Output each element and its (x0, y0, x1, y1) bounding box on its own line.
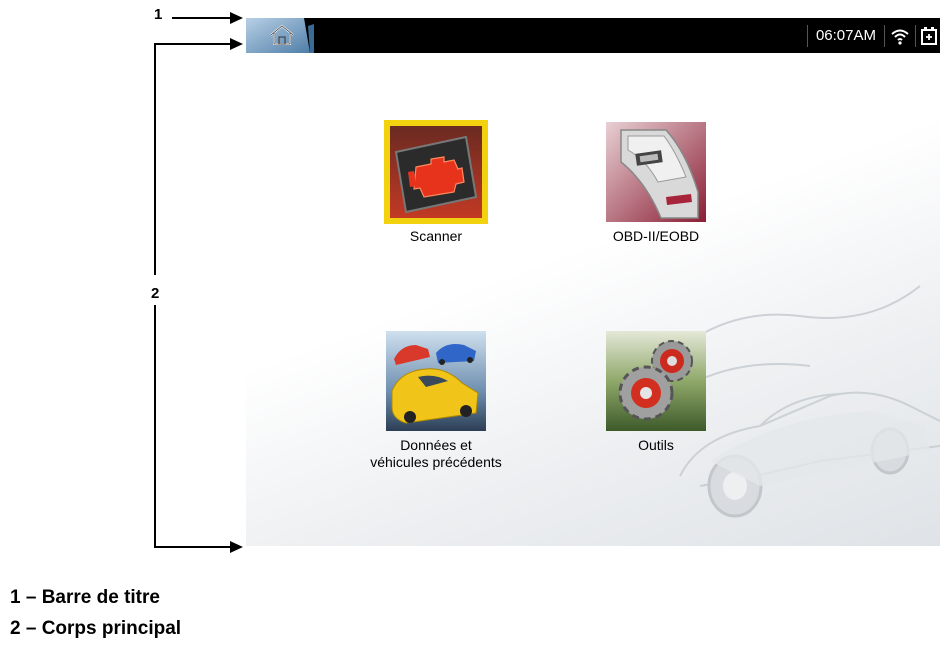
clock-time: 06:07AM (815, 27, 876, 44)
app-label: OBD-II/EOBD (612, 228, 700, 244)
callout-2-bottom-arm (154, 546, 232, 548)
callout-number-2: 2 (151, 285, 160, 302)
app-outils[interactable]: Outils (566, 331, 746, 454)
gears-icon (606, 331, 706, 431)
app-scanner[interactable]: Scanner (346, 120, 526, 245)
obd-connector-icon (606, 122, 706, 222)
callout-2-top-arm (154, 43, 232, 45)
battery-icon (918, 26, 940, 46)
callout-1-arrow-head (230, 12, 243, 24)
cars-icon (386, 331, 486, 431)
status-area: 06:07AM (805, 18, 940, 53)
title-bar: 06:07AM (246, 18, 940, 53)
legend-item-title-bar: 1 – Barre de titre (10, 587, 160, 608)
callout-2-top-arrow-head (230, 38, 243, 50)
status-divider (915, 24, 916, 47)
status-divider (806, 24, 808, 47)
app-label: Outils (638, 437, 674, 453)
status-divider (884, 24, 885, 47)
callout-2-vertical-upper (154, 43, 156, 275)
app-obd-ii-eobd[interactable]: OBD-II/EOBD (566, 122, 746, 245)
app-label: Scanner (409, 228, 463, 244)
app-label-line-2: véhicules précédents (370, 454, 502, 470)
device-screen: 06:07AM Scanner OBD-II/EOBD Données et v… (246, 18, 940, 546)
home-button[interactable] (246, 18, 314, 53)
legend-item-main-body: 2 – Corps principal (10, 618, 182, 639)
callout-2-bottom-arrow-head (230, 541, 243, 553)
app-label-line-1: Données et (400, 437, 472, 453)
wifi-icon (887, 27, 913, 45)
callout-number-1: 1 (154, 6, 163, 23)
home-icon (246, 18, 314, 53)
callout-1-arrow-line (172, 17, 232, 19)
engine-icon (384, 120, 488, 224)
callout-2-vertical-lower (154, 305, 156, 548)
app-donnees-vehicules-precedents[interactable]: Données et véhicules précédents (346, 331, 526, 471)
